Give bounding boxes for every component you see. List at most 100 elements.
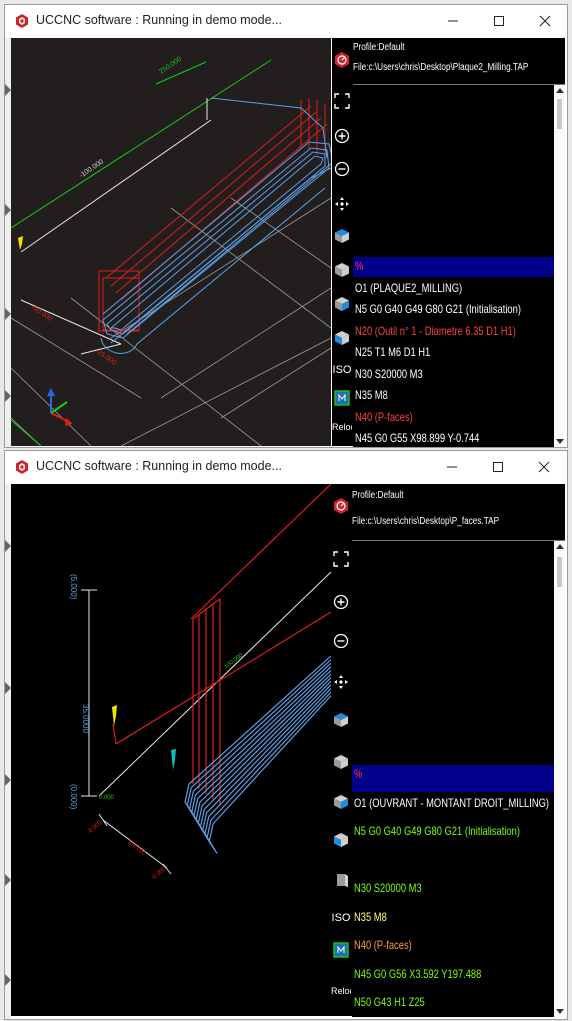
view-cube-icon — [335, 297, 349, 311]
gcode-line[interactable]: N40 (P-faces) — [354, 938, 412, 952]
svg-text:-50.000: -50.000 — [30, 304, 54, 323]
file-path-label: File:c:\Users\chris\Desktop\Plaque2_Mill… — [353, 62, 529, 73]
gcode-scrollbar[interactable] — [554, 85, 565, 447]
iso-view-button[interactable]: ISO — [331, 912, 351, 924]
svg-text:100.000: 100.000 — [126, 839, 147, 857]
view-left-button[interactable] — [331, 792, 351, 812]
toolpath-canvas: (5.000) 35.0000 (0.000) 100.000 0.000 -8… — [69, 484, 331, 882]
maximize-button[interactable] — [476, 5, 522, 37]
scroll-up-arrow-icon[interactable] — [556, 544, 564, 549]
pan-button[interactable] — [332, 194, 352, 214]
gcode-line[interactable]: N40 (P-faces) — [355, 410, 413, 424]
fit-view-button[interactable] — [332, 91, 352, 111]
gcode-line[interactable]: % — [355, 259, 363, 273]
minimize-icon — [448, 20, 458, 22]
svg-text:(0.000): (0.000) — [69, 784, 78, 810]
gcode-scrollbar[interactable] — [554, 541, 565, 1017]
gcode-line[interactable]: O1 (OUVRANT - MONTANT DROIT_MILLING) — [354, 796, 549, 810]
svg-text:0.000: 0.000 — [99, 795, 115, 801]
axis-triad — [47, 388, 73, 426]
cut-toolpath — [100, 97, 331, 354]
svg-text:100.000: 100.000 — [224, 652, 245, 670]
machine-view-button[interactable] — [331, 940, 351, 960]
svg-text:-8.000: -8.000 — [86, 820, 103, 836]
close-icon — [538, 461, 550, 473]
view-right-button[interactable] — [332, 328, 352, 348]
view-cube-icon — [334, 713, 348, 727]
gcode-line[interactable]: O1 (PLAQUE2_MILLING) — [355, 281, 462, 295]
profile-label: Profile:Default — [352, 490, 404, 501]
gcode-line[interactable]: N30 S20000 M3 — [355, 367, 423, 381]
view-right-button[interactable] — [331, 830, 351, 850]
gcode-panel: Profile:Default File:c:\Users\chris\Desk… — [352, 38, 565, 447]
scroll-down-arrow-icon[interactable] — [556, 439, 564, 444]
gcode-line[interactable]: N35 M8 — [355, 388, 388, 402]
zoom-in-button[interactable] — [332, 126, 352, 146]
view-front-button[interactable] — [331, 752, 351, 772]
iso-view-button[interactable]: ISO — [332, 364, 352, 376]
maximize-icon — [494, 16, 504, 26]
gcode-line[interactable]: N50 G43 H1 Z25 — [354, 995, 425, 1009]
view-cube-icon — [335, 229, 349, 243]
view-top-button[interactable] — [331, 710, 351, 730]
cut-toolpath — [184, 655, 331, 854]
svg-text:-25.000: -25.000 — [94, 348, 118, 367]
uccnc-window-2: UCCNC software : Running in demo mode... — [4, 450, 568, 1020]
pan-button[interactable] — [331, 672, 351, 692]
gcode-listing[interactable]: % O1 (OUVRANT - MONTANT DROIT_MILLING) N5 … — [352, 540, 565, 1017]
pan-icon — [334, 675, 348, 689]
cnc-logo-icon — [334, 498, 348, 514]
minimize-button[interactable] — [430, 5, 476, 37]
maximize-button[interactable] — [475, 451, 521, 483]
fit-view-icon — [334, 93, 350, 109]
maximize-icon — [493, 462, 503, 472]
svg-text:-0.000: -0.000 — [150, 866, 167, 882]
gcode-line[interactable]: N45 G0 G55 X98.899 Y-0.744 — [355, 431, 479, 445]
close-button[interactable] — [521, 451, 567, 483]
scroll-thumb[interactable] — [557, 557, 562, 587]
cnc-logo-button[interactable] — [331, 496, 351, 516]
svg-text:(5.000): (5.000) — [69, 574, 78, 600]
gcode-line[interactable]: N20 (Outil n° 1 - Diametre 6.35 D1 H1) — [355, 324, 516, 338]
app-logo-icon — [16, 14, 28, 28]
zoom-out-button[interactable] — [331, 631, 351, 651]
zoom-in-button[interactable] — [331, 592, 351, 612]
view-cube-icon — [334, 795, 348, 809]
relocate-button[interactable]: Relocat — [331, 986, 362, 996]
close-button[interactable] — [522, 5, 567, 37]
cnc-logo-button[interactable] — [332, 50, 352, 70]
minimize-button[interactable] — [429, 451, 475, 483]
gcode-line[interactable]: % — [354, 767, 362, 781]
toolpath-canvas: 250.000 -100.000 -50.000 -25.000 — [11, 56, 331, 446]
scroll-thumb[interactable] — [557, 99, 562, 129]
window-title: UCCNC software : Running in demo mode... — [36, 13, 282, 27]
relocate-button[interactable]: Reloca — [332, 422, 360, 432]
machine-view-button[interactable] — [332, 388, 352, 408]
toolpath-3d-view[interactable]: 250.000 -100.000 -50.000 -25.000 — [11, 38, 331, 446]
gcode-line[interactable]: N35 M8 — [354, 910, 387, 924]
view-left-button[interactable] — [332, 294, 352, 314]
gcode-line[interactable]: N25 T1 M6 D1 H1 — [355, 345, 430, 359]
gcode-line[interactable]: N30 S20000 M3 — [354, 881, 422, 895]
title-bar[interactable]: UCCNC software : Running in demo mode... — [5, 5, 567, 37]
gcode-line[interactable]: N5 G0 G40 G49 G80 G21 (Initialisation) — [355, 302, 521, 316]
title-bar[interactable]: UCCNC software : Running in demo mode... — [5, 451, 567, 483]
view-cube-icon — [337, 874, 348, 887]
zoom-out-icon — [333, 633, 349, 649]
gcode-listing[interactable]: % O1 (PLAQUE2_MILLING) N5 G0 G40 G49 G80 G… — [353, 84, 565, 447]
view-front-button[interactable] — [332, 260, 352, 280]
toolpath-3d-view[interactable]: (5.000) 35.0000 (0.000) 100.000 0.000 -8… — [11, 484, 331, 1016]
gcode-panel: Profile:Default File:c:\Users\chris\Desk… — [351, 484, 565, 1017]
minimize-icon — [447, 466, 457, 468]
view-cube-icon — [335, 331, 349, 345]
tool-position-marker — [18, 236, 23, 250]
view-top-button[interactable] — [332, 226, 352, 246]
zoom-in-icon — [333, 594, 349, 610]
fit-view-button[interactable] — [331, 549, 351, 569]
scroll-up-arrow-icon[interactable] — [556, 88, 564, 93]
gcode-line[interactable]: N5 G0 G40 G49 G80 G21 (Initialisation) — [354, 824, 520, 838]
view-side-button[interactable] — [331, 870, 351, 890]
scroll-down-arrow-icon[interactable] — [556, 1009, 564, 1014]
zoom-out-button[interactable] — [332, 159, 352, 179]
gcode-line[interactable]: N45 G0 G56 X3.592 Y197.488 — [354, 967, 481, 981]
